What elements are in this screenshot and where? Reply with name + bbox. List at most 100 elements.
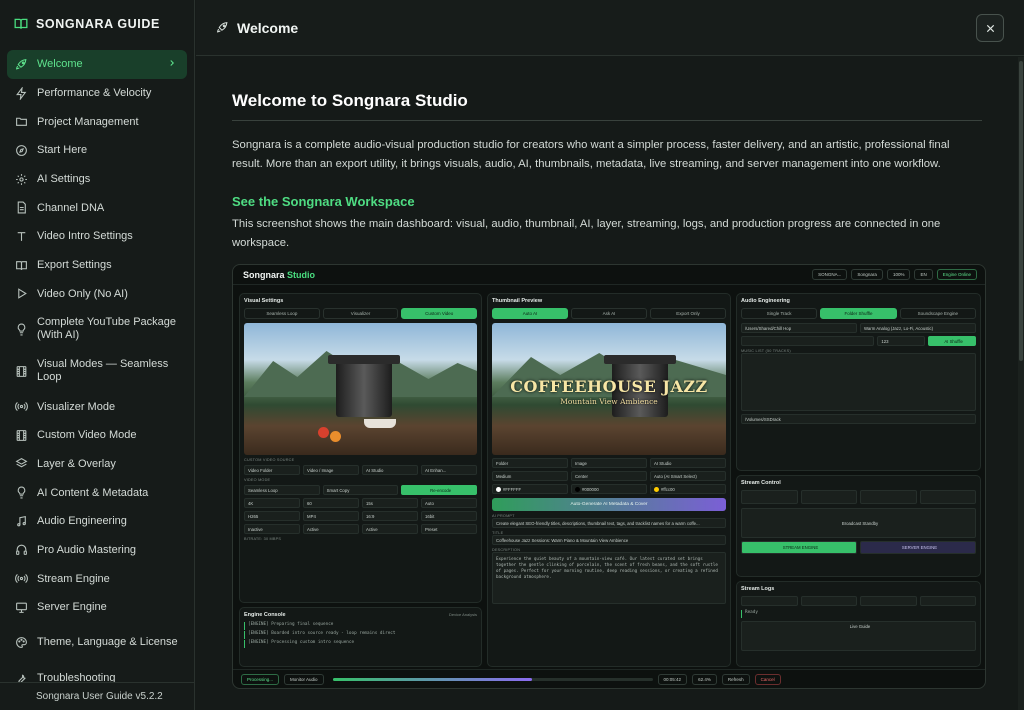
- shot-thumb-tab: Auto AI: [492, 308, 568, 319]
- shot-logs-guide: Live Guide: [741, 621, 976, 651]
- shot-audio-mastering: Warm Analog (Jazz, Lo-Fi, Acoustic): [860, 323, 976, 333]
- shot-thumb-tabs: Auto AI Ask AI Export Only: [492, 308, 726, 319]
- sidebar-item-welcome[interactable]: Welcome: [7, 50, 187, 79]
- shot-console-panel: Engine Console Device Analysis [ENGINE] P…: [239, 607, 482, 667]
- shot-thumb-panel: Thumbnail Preview Auto AI Ask AI Export On…: [487, 293, 731, 667]
- shot-logs-filter: [741, 596, 798, 606]
- sidebar-item-stream-engine[interactable]: Stream Engine: [7, 564, 187, 593]
- shot-visual-tab: Custom Video: [401, 308, 478, 319]
- sidebar-item-server-engine[interactable]: Server Engine: [7, 593, 187, 622]
- brand: SONGNARA GUIDE: [0, 0, 194, 48]
- shot-visual-field: 16:9: [362, 511, 418, 521]
- shot-audio-tab: Soundscape Engine: [899, 308, 976, 319]
- shot-thumb-field: Center: [571, 471, 647, 481]
- shot-visual-field: 16bit: [421, 511, 477, 521]
- shot-visual-tabs: Seamless Loop Visualizer Custom Video: [244, 308, 478, 319]
- close-button[interactable]: [976, 14, 1004, 42]
- shot-title-field: Coffeehouse Jazz Sessions: Warm Piano & …: [492, 535, 726, 545]
- sidebar-item-theme-language-license[interactable]: Theme, Language & License: [7, 622, 187, 664]
- shot-logs-panel: Stream Logs Ready Live Guide: [736, 581, 981, 667]
- shot-console-title: Engine Console Device Analysis: [244, 612, 477, 618]
- sidebar-item-start-here[interactable]: Start Here: [7, 136, 187, 165]
- sidebar-item-channel-dna[interactable]: Channel DNA: [7, 193, 187, 222]
- shot-console-line: [ENGINE] Preparing final sequence: [244, 622, 477, 630]
- shot-audio-ai-shuffle: AI Shuffle: [928, 336, 976, 346]
- shot-source-label: CUSTOM VIDEO SOURCE: [244, 458, 295, 462]
- sidebar-item-export-settings[interactable]: Export Settings: [7, 251, 187, 280]
- shot-source-button: Video Folder: [244, 465, 300, 475]
- sidebar-item-label: Video Only (No AI): [37, 287, 128, 300]
- workspace-heading: See the Songnara Workspace: [232, 194, 415, 209]
- shot-visual-field: Inactive: [244, 524, 300, 534]
- scrollbar-thumb[interactable]: [1019, 61, 1023, 361]
- sidebar-item-label: Theme, Language & License: [37, 636, 178, 649]
- film-icon: [16, 365, 27, 377]
- sidebar-item-label: Complete YouTube Package (With AI): [37, 316, 177, 342]
- shot-visual-field: 60: [303, 498, 359, 508]
- shot-audio-slider: [741, 336, 875, 346]
- sidebar-item-label: AI Content & Metadata: [37, 486, 149, 499]
- shot-visual-field: H265: [244, 511, 300, 521]
- shot-ai-prompt: Create elegant SEO-friendly titles, desc…: [492, 518, 726, 528]
- shot-thumb-source-button: Folder: [492, 458, 568, 468]
- shot-mode-button: Re-encode: [401, 485, 478, 495]
- sidebar-item-ai-settings[interactable]: AI Settings: [7, 165, 187, 194]
- folder-icon: [16, 117, 27, 127]
- shot-stream-tile: [800, 490, 857, 504]
- sidebar-item-label: Pro Audio Mastering: [37, 543, 137, 556]
- sidebar-item-performance-velocity[interactable]: Performance & Velocity: [7, 79, 187, 108]
- shot-stream-panel: Stream Control Broadcast Standby STREAM …: [736, 475, 981, 577]
- color-swatch: [496, 487, 501, 493]
- color-swatch: [575, 487, 580, 493]
- shot-audio-panel: Audio Engineering Single Track Folder Shu…: [736, 293, 981, 471]
- sidebar-nav: Welcome Performance & Velocity Project Man…: [0, 48, 194, 694]
- shot-stream-button: SERVER ENGINE: [860, 541, 976, 554]
- sidebar-item-video-only-no-ai[interactable]: Video Only (No AI): [7, 280, 187, 309]
- sidebar-item-audio-engineering[interactable]: Audio Engineering: [7, 507, 187, 536]
- modal-header: Welcome: [196, 0, 1024, 56]
- shot-source-button: AI Enhan...: [421, 465, 477, 475]
- shot-thumb-tab: Export Only: [650, 308, 726, 319]
- cups-shape: [364, 419, 396, 428]
- shot-music-list: [741, 353, 976, 411]
- shot-top-pills: SONGNA... Songnara 100% EN Engine Online: [812, 269, 977, 280]
- shot-thumb-color: #FFFFFF: [492, 484, 568, 494]
- sidebar-item-label: Layer & Overlay: [37, 457, 116, 470]
- shot-thumb-field: Medium: [492, 471, 568, 481]
- sidebar-item-project-management[interactable]: Project Management: [7, 107, 187, 136]
- shot-bottom-bar: Processing... Monitor Audio 00:05:42 62.…: [233, 669, 985, 688]
- sidebar-item-complete-youtube-package-with-ai[interactable]: Complete YouTube Package (With AI): [7, 308, 187, 350]
- shot-thumb-source-button: AI Studio: [650, 458, 726, 468]
- shot-console-title-text: Engine Console: [244, 612, 286, 618]
- sidebar-item-visual-modes-seamless-loop[interactable]: Visual Modes — Seamless Loop: [7, 350, 187, 392]
- shot-audio-source: /Users/Shared/Chill Hop: [741, 323, 857, 333]
- shot-visual-tab: Visualizer: [322, 308, 399, 319]
- sidebar-item-label: Export Settings: [37, 259, 112, 272]
- header-title: Welcome: [237, 19, 299, 36]
- shot-logs-status: Ready: [741, 610, 976, 618]
- sidebar-item-ai-content-metadata[interactable]: AI Content & Metadata: [7, 478, 187, 507]
- content-scrollbar[interactable]: [1018, 57, 1024, 710]
- bolt-icon: [16, 86, 27, 100]
- thumb-headline: COFFEEHOUSE JAZZ: [510, 377, 708, 396]
- shot-logs-filter: [860, 596, 917, 606]
- sidebar-item-custom-video-mode[interactable]: Custom Video Mode: [7, 421, 187, 450]
- sidebar-item-pro-audio-mastering[interactable]: Pro Audio Mastering: [7, 536, 187, 565]
- shot-time-a: 00:05:42: [657, 673, 688, 685]
- shot-top-pill: SONGNA...: [812, 269, 848, 280]
- radio-icon: [15, 574, 28, 584]
- shot-processing: Processing...: [241, 673, 280, 685]
- shot-stream-tile: [919, 490, 976, 504]
- sidebar-item-label: Welcome: [37, 58, 83, 71]
- shot-thumb-image: COFFEEHOUSE JAZZ Mountain View Ambience: [492, 323, 726, 455]
- sidebar-item-layer-overlay[interactable]: Layer & Overlay: [7, 450, 187, 479]
- sidebar-item-visualizer-mode[interactable]: Visualizer Mode: [7, 392, 187, 421]
- shot-logs-filters: [741, 596, 976, 606]
- shot-logs-filter: [919, 596, 976, 606]
- sidebar-item-video-intro-settings[interactable]: Video Intro Settings: [7, 222, 187, 251]
- shot-generate-button: Auto-Generate AI Metadata & Cover: [492, 498, 726, 511]
- shot-visual-field: Auto: [421, 498, 477, 508]
- monitor-icon: [16, 602, 27, 613]
- book-open-icon: [14, 18, 28, 29]
- version-label: Songnara User Guide v5.2.2: [0, 682, 194, 710]
